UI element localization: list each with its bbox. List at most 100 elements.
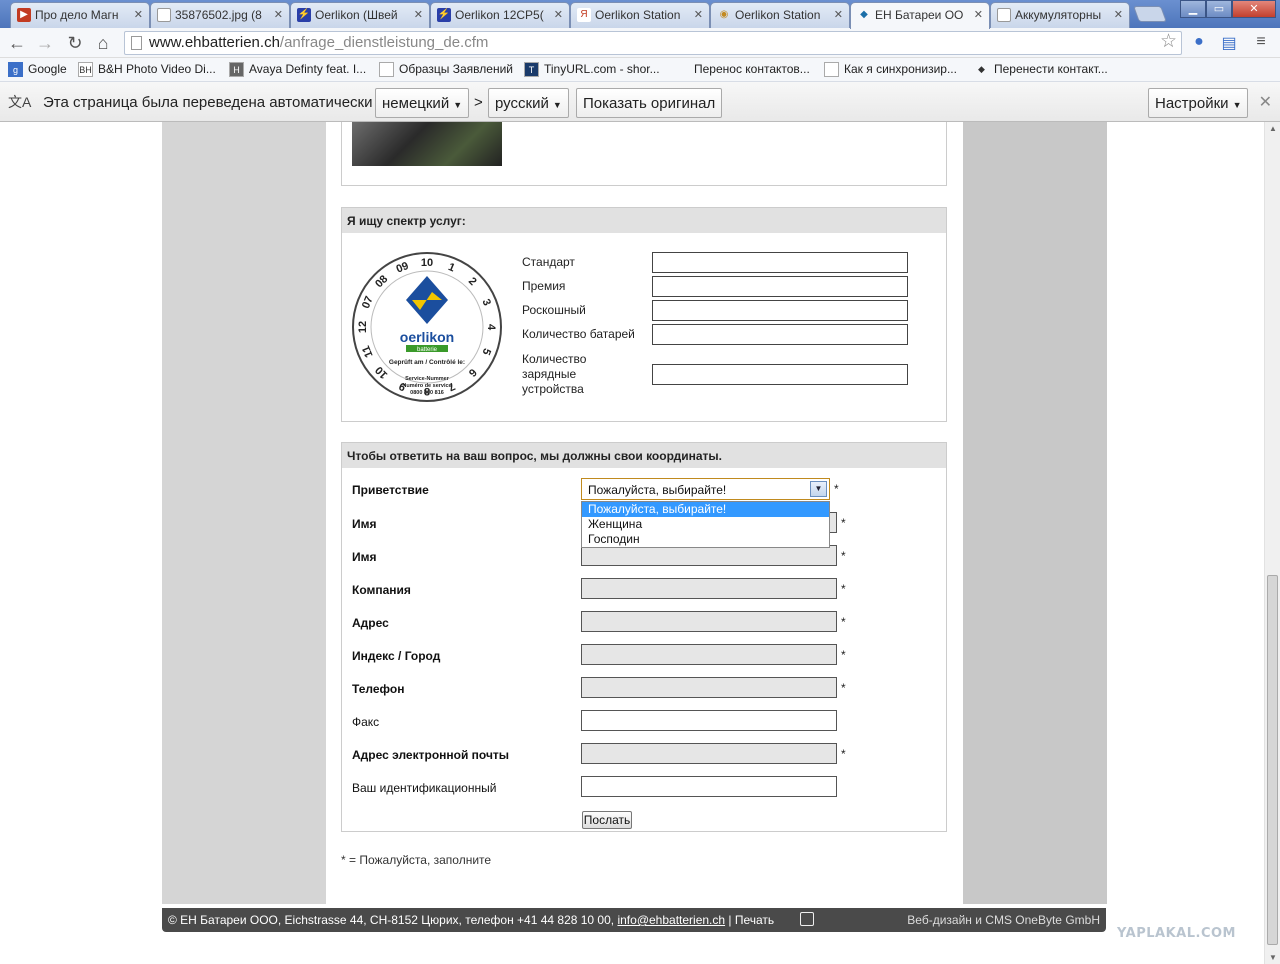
bookmark-avaya[interactable]: H Avaya Definty feat. I... <box>229 62 366 77</box>
tab-3[interactable]: ⚡ Oerlikon (Швей ✕ <box>290 2 430 28</box>
new-tab-button[interactable] <box>1133 6 1167 22</box>
company-input[interactable] <box>581 578 837 599</box>
translate-message: Эта страница была переведена автоматичес… <box>43 94 373 111</box>
bookmark-tinyurl[interactable]: T TinyURL.com - shor... <box>524 62 660 77</box>
calendar-extension-icon[interactable]: ▤ <box>1218 33 1240 53</box>
vertical-scrollbar[interactable]: ▲ ▼ <box>1264 122 1280 964</box>
oerlikon-service-logo: 10 123456789101112070809 oerlikon batteri… <box>352 252 502 402</box>
diamond-icon: ◆ <box>860 9 868 20</box>
footer-email-link[interactable]: info@ehbatterien.ch <box>617 913 725 927</box>
service-label-premium: Премия <box>522 279 566 293</box>
chat-extension-icon[interactable]: ● <box>1188 33 1210 53</box>
tab-2[interactable]: 35876502.jpg (8 ✕ <box>150 2 290 28</box>
yaplakal-watermark: YAPLAKAL.COM <box>1117 926 1236 941</box>
tab-4[interactable]: ⚡ Oerlikon 12CP5(✕ <box>430 2 570 28</box>
scrollbar-thumb[interactable] <box>1267 575 1278 945</box>
translate-bar: 文A Эта страница была переведена автомати… <box>0 82 1280 122</box>
bookmark-google[interactable]: g Google <box>8 62 67 77</box>
service-input-premium[interactable] <box>652 276 908 297</box>
home-icon[interactable]: ⌂ <box>92 32 114 54</box>
bookmark-apple[interactable]: Перенос контактов... <box>674 62 810 76</box>
service-input-luxury[interactable] <box>652 300 908 321</box>
last-name-input[interactable] <box>581 545 837 566</box>
window-close-icon[interactable]: ✕ <box>1232 0 1276 18</box>
required-mark: * <box>841 747 846 761</box>
close-icon[interactable]: ✕ <box>974 8 983 21</box>
dial-number: 12 <box>357 321 369 333</box>
required-mark: * <box>841 549 846 563</box>
bookmark-bh[interactable]: BH B&H Photo Video Di... <box>78 62 216 77</box>
phone-input[interactable] <box>581 677 837 698</box>
zip-city-input[interactable] <box>581 644 837 665</box>
fax-input[interactable] <box>581 710 837 731</box>
left-column <box>162 122 326 904</box>
email-input[interactable] <box>581 743 837 764</box>
dropdown-option[interactable]: Женщина <box>582 517 829 532</box>
customer-id-input[interactable] <box>581 776 837 797</box>
scroll-up-icon[interactable]: ▲ <box>1269 124 1277 133</box>
target-language-select[interactable]: русский ▼ <box>488 88 569 118</box>
service-input-standard[interactable] <box>652 252 908 273</box>
bolt-icon: ⚡ <box>437 8 451 22</box>
address-input[interactable] <box>581 611 837 632</box>
page-icon <box>157 8 171 22</box>
wrench-icon[interactable]: ≡ <box>1250 33 1272 53</box>
page-footer: © ЕН Батареи ООО, Eichstrasse 44, CH-815… <box>162 908 1106 932</box>
field-label-customer-id: Ваш идентификационный <box>352 781 497 795</box>
tab-7-active[interactable]: ◆ ЕН Батареи ОО ✕ <box>850 2 990 29</box>
required-mark: * <box>841 615 846 629</box>
logo-check: Geprüft am / Contrôlé le: <box>389 359 465 366</box>
address-bar[interactable]: www.ehbatterien.ch/anfrage_dienstleistun… <box>124 31 1182 55</box>
dial-number: 10 <box>421 257 433 269</box>
show-original-button[interactable]: Показать оригинал <box>576 88 723 118</box>
tab-6[interactable]: ◉ Oerlikon Station ✕ <box>710 2 850 28</box>
close-icon[interactable]: ✕ <box>694 8 703 21</box>
close-icon[interactable]: ✕ <box>134 8 143 21</box>
close-icon[interactable]: ✕ <box>834 8 843 21</box>
reload-icon[interactable]: ↻ <box>64 32 86 54</box>
close-icon[interactable]: ✕ <box>274 8 283 21</box>
required-mark: * <box>841 582 846 596</box>
footer-credit[interactable]: Веб-дизайн и CMS OneByte GmbH <box>907 913 1100 927</box>
bookmarks-bar: g Google BH B&H Photo Video Di... H Avaya D… <box>0 58 1280 82</box>
close-icon[interactable]: ✕ <box>414 8 423 21</box>
translate-arrow: > <box>474 94 483 111</box>
eye-icon: ◉ <box>719 9 729 20</box>
printer-icon[interactable] <box>800 912 814 926</box>
field-label-phone: Телефон <box>352 682 405 696</box>
forward-icon[interactable]: → <box>34 32 56 54</box>
maximize-icon[interactable]: ▭ <box>1206 0 1232 18</box>
submit-button[interactable]: Послать <box>582 811 632 829</box>
field-label-address: Адрес <box>352 616 389 630</box>
translate-icon: 文A <box>8 94 32 110</box>
translate-settings-button[interactable]: Настройки ▼ <box>1148 88 1249 118</box>
chevron-down-icon[interactable]: ▼ <box>810 481 827 497</box>
close-icon[interactable]: ✕ <box>1114 8 1123 21</box>
source-language-select[interactable]: немецкий ▼ <box>375 88 470 118</box>
service-input-charger-count[interactable] <box>652 364 908 385</box>
browser-toolbar: ← → ↻ ⌂ www.ehbatterien.ch/anfrage_diens… <box>0 28 1280 58</box>
back-icon[interactable]: ← <box>6 32 28 54</box>
logo-sub: batterie <box>417 347 438 353</box>
tab-5[interactable]: Я Oerlikon Station ✕ <box>570 2 710 28</box>
dropdown-option[interactable]: Пожалуйста, выбирайте! <box>582 502 829 517</box>
dropdown-option[interactable]: Господин <box>582 532 829 547</box>
scroll-down-icon[interactable]: ▼ <box>1269 953 1277 962</box>
bookmark-transfer[interactable]: ◆ Перенести контакт... <box>974 62 1108 76</box>
service-label-luxury: Роскошный <box>522 303 586 317</box>
bh-icon: BH <box>78 62 93 77</box>
salutation-select[interactable]: Пожалуйста, выбирайте! ▼ <box>581 478 830 500</box>
tinyurl-icon: T <box>524 62 539 77</box>
minimize-icon[interactable]: ▁ <box>1180 0 1206 18</box>
star-icon[interactable]: ☆ <box>1160 31 1177 53</box>
field-label-company: Компания <box>352 583 411 597</box>
footer-print-link[interactable]: | Печать <box>728 913 774 927</box>
service-input-battery-count[interactable] <box>652 324 908 345</box>
field-label-zip-city: Индекс / Город <box>352 649 441 663</box>
tab-1[interactable]: ▶ Про дело Магн ✕ <box>10 2 150 28</box>
tab-8[interactable]: Аккумуляторны ✕ <box>990 2 1130 28</box>
close-icon[interactable]: ✕ <box>554 8 563 21</box>
bookmark-forms[interactable]: Образцы Заявлений <box>379 62 513 77</box>
close-icon[interactable]: ✕ <box>1259 92 1272 112</box>
bookmark-sync[interactable]: Как я синхронизир... <box>824 62 957 77</box>
